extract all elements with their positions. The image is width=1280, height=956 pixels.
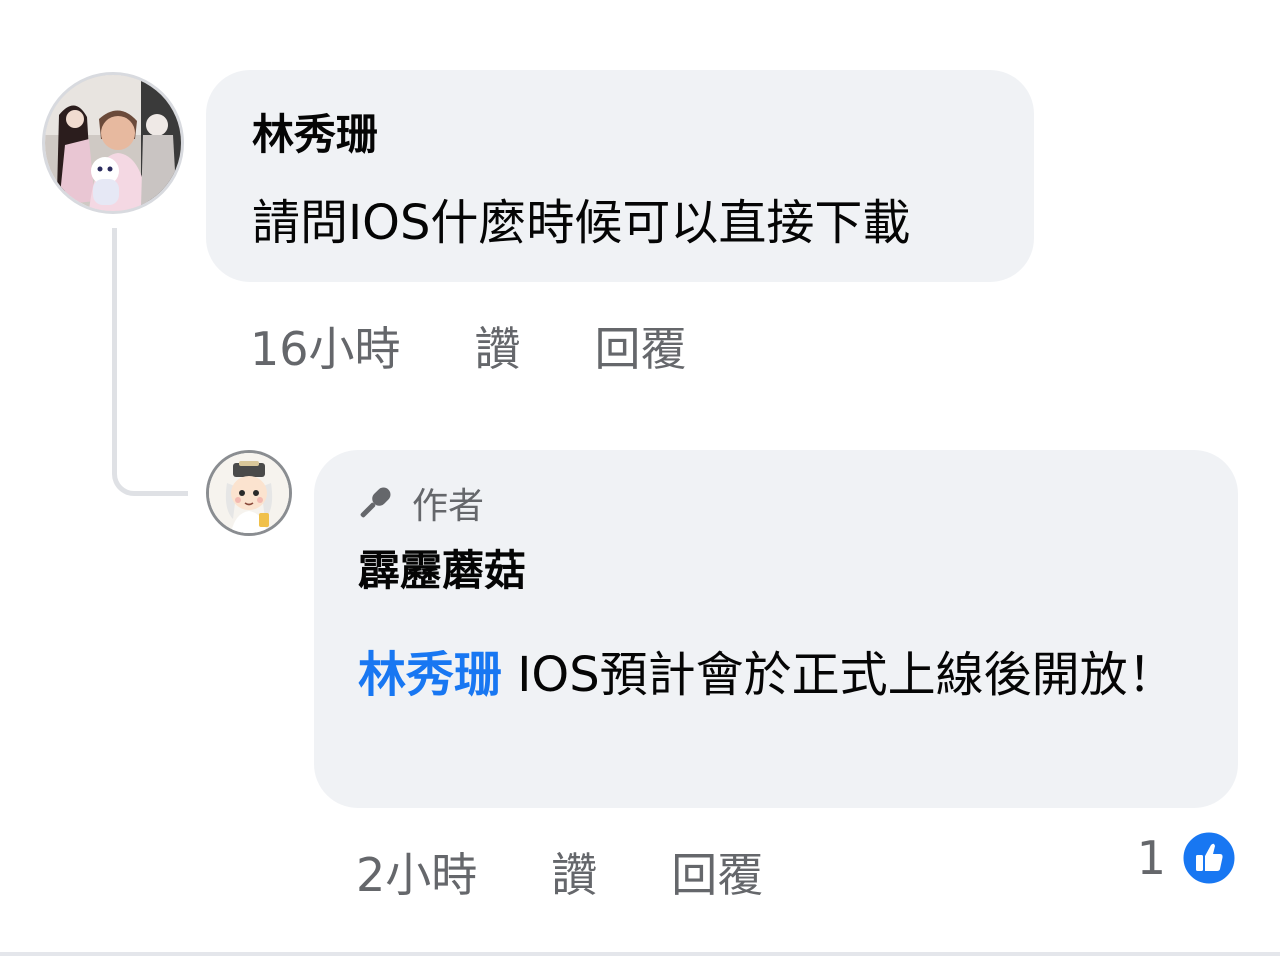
reply-text-body: IOS預計會於正式上線後開放！ bbox=[502, 647, 1176, 703]
comment-bubble: 林秀珊 請問IOS什麼時候可以直接下載 bbox=[206, 70, 1034, 282]
comment-timestamp[interactable]: 16小時 bbox=[250, 313, 401, 379]
reply-author-name[interactable]: 霹靂蘑菇 bbox=[358, 546, 526, 596]
like-button[interactable]: 讚 bbox=[475, 313, 521, 379]
user-photo-icon bbox=[45, 75, 181, 211]
like-thumb-icon bbox=[1180, 829, 1238, 887]
reply-bubble: 作者 霹靂蘑菇 林秀珊 IOS預計會於正式上線後開放！ bbox=[314, 450, 1238, 808]
reply-author-avatar[interactable] bbox=[206, 450, 292, 536]
comment-actions: 16小時 讚 回覆 bbox=[250, 316, 687, 376]
reply-like-button[interactable]: 讚 bbox=[551, 839, 597, 905]
comment-text: 請問IOS什麼時候可以直接下載 bbox=[252, 195, 911, 251]
commenter-avatar[interactable] bbox=[42, 72, 184, 214]
reply-text: 林秀珊 IOS預計會於正式上線後開放！ bbox=[358, 630, 1208, 720]
reply-reply-button[interactable]: 回覆 bbox=[671, 839, 763, 905]
bottom-divider bbox=[0, 952, 1280, 956]
author-badge: 作者 bbox=[356, 480, 485, 527]
reply-timestamp[interactable]: 2小時 bbox=[356, 839, 477, 905]
mention-link[interactable]: 林秀珊 bbox=[358, 647, 502, 703]
cartoon-avatar-icon bbox=[209, 453, 289, 533]
microphone-icon bbox=[360, 487, 391, 518]
reply-actions: 2小時 讚 回覆 bbox=[356, 842, 763, 902]
reply-button[interactable]: 回覆 bbox=[595, 313, 687, 379]
reaction-summary[interactable]: 1 bbox=[1137, 828, 1238, 888]
author-badge-label: 作者 bbox=[412, 486, 485, 527]
comment-author-name[interactable]: 林秀珊 bbox=[252, 110, 378, 160]
thread-connector-line bbox=[112, 228, 188, 496]
reaction-count: 1 bbox=[1136, 831, 1166, 885]
comment-thread: 林秀珊 請問IOS什麼時候可以直接下載 16小時 讚 回覆 作者 霹靂蘑菇 林秀… bbox=[0, 0, 1280, 956]
